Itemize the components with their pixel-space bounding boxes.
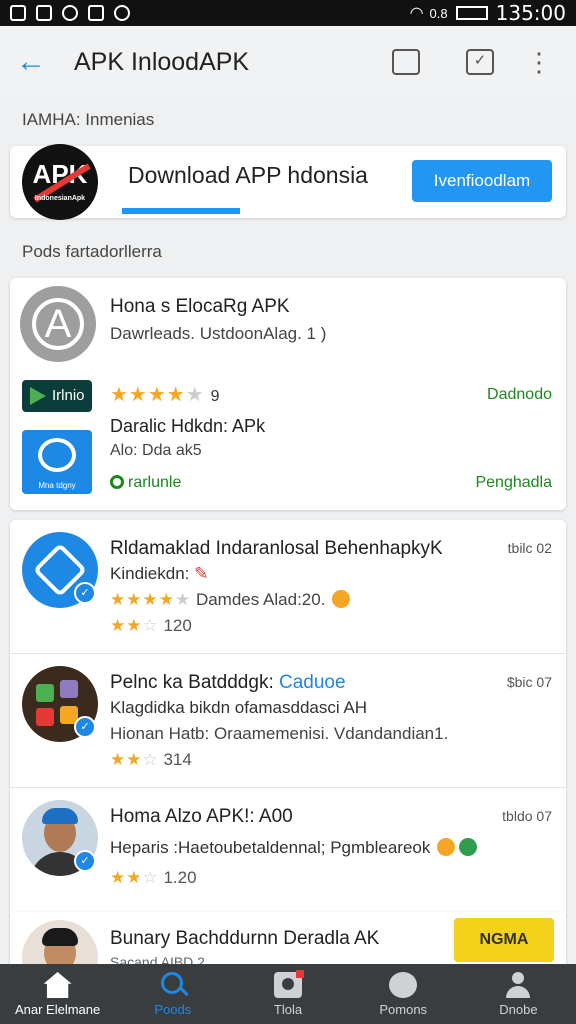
list-item-rating: ★★☆ 1.20 [110, 868, 197, 887]
more-options-icon[interactable]: ⋮ [526, 47, 552, 78]
list-item[interactable]: ✓ Homa Alzo APK!: A00 tbldo 07 Heparis :… [10, 788, 566, 920]
page-title: APK InloodAPK [74, 47, 250, 76]
banner-progress [122, 208, 240, 214]
status-bar: ◠ 0.8 135:00 [0, 0, 576, 26]
featured-app-subtitle: Dawrleads. UstdoonAlag. 1 ) [110, 324, 327, 343]
list-item-rating: ★★☆ 120 [110, 616, 192, 635]
cast-icon[interactable] [392, 49, 420, 75]
rating-stars: ★★★★★ [110, 384, 205, 406]
chat-icon [114, 5, 130, 21]
app-list: ✓ Rldamaklad Indaranlosal BehenhapkyK tb… [10, 520, 566, 920]
app-list-continued: Bunary Bachddurnn Deradla AK Sacand AIBD… [10, 912, 566, 972]
featured-install-link[interactable]: Penghadla [475, 474, 552, 492]
check-icon[interactable]: ✓ [466, 49, 494, 75]
bottom-navigation: Anar Elelmane Poods Tlola Pomons Dnobe [0, 964, 576, 1024]
list-item-price: tbilc 02 [507, 540, 552, 556]
featured-app-sub-2: Alo: Dda ak5 [110, 442, 202, 459]
image-icon [88, 5, 104, 21]
play-icon [30, 387, 46, 405]
profile-icon [504, 972, 532, 998]
list-item-name: Rldamaklad Indaranlosal BehenhapkyK [110, 538, 443, 559]
list-item-name: Pelnc ka Batdddgk: Caduoe [110, 672, 346, 693]
list-item-line: Klagdidka bikdn ofamasddasci AH [110, 698, 368, 717]
list-item[interactable]: ✓ Rldamaklad Indaranlosal BehenhapkyK tb… [10, 520, 566, 654]
list-item[interactable]: ✓ Pelnc ka Batdddgk: Caduoe $bic 07 Klag… [10, 654, 566, 788]
apk-logo: APK IndonesianApk [22, 144, 98, 220]
wifi-icon: ◠ [409, 5, 424, 22]
verified-badge-icon: ✓ [74, 716, 96, 738]
banner-download-button[interactable]: Ivenfioodlam [412, 160, 552, 202]
list-item-price: $bic 07 [506, 674, 552, 690]
featured-rating: ★★★★★ 9 [110, 384, 220, 406]
app-logo-icon[interactable]: A [20, 286, 96, 362]
featured-tag[interactable]: rarlunle [110, 474, 181, 492]
nav-search[interactable]: Poods [115, 964, 230, 1024]
home-icon [43, 972, 72, 998]
app-icon-blue[interactable]: Mna tdgny [22, 430, 92, 494]
download-banner[interactable]: APK IndonesianApk Download APP hdonsia I… [10, 144, 566, 220]
list-item-name: Bunary Bachddurnn Deradla AK [110, 928, 380, 949]
featured-card: A Hona s ElocaRg APK Dawrleads. UstdoonA… [10, 278, 566, 510]
settings-icon [62, 5, 78, 21]
battery-icon [455, 6, 488, 20]
list-item[interactable]: Bunary Bachddurnn Deradla AK Sacand AIBD… [10, 912, 566, 972]
gamepad-icon [389, 972, 418, 998]
search-icon [159, 972, 187, 998]
section-label-2: Pods fartadorllerra [22, 242, 162, 261]
list-item-line: Heparis :Haetoubetaldennal; Pgmbleareok [110, 838, 479, 858]
featured-download-link[interactable]: Dadnodo [487, 386, 552, 404]
featured-app-name-2[interactable]: Daralic Hdkdn: APk [110, 416, 265, 437]
back-arrow-icon[interactable]: ← [16, 45, 60, 79]
gallery-icon [10, 5, 26, 21]
section-label-1: IAMHA: Inmenias [22, 110, 155, 129]
list-item-rating: ★★☆ 314 [110, 750, 192, 769]
list-item-action-button[interactable]: NGMA [454, 918, 554, 962]
nav-games[interactable]: Pomons [346, 964, 461, 1024]
banner-title: Download APP hdonsia [128, 162, 368, 188]
list-item-name: Homa Alzo APK!: A00 [110, 806, 293, 827]
list-item-rating-line: ★★★★★ Damdes Alad:20. [110, 590, 352, 610]
verified-badge-icon: ✓ [74, 582, 96, 604]
status-time: 135:00 [495, 1, 566, 25]
nav-profile[interactable]: Dnobe [461, 964, 576, 1024]
signal-text: 0.8 [429, 5, 448, 21]
google-play-badge[interactable]: Irlnio [22, 380, 92, 412]
refresh-icon [110, 475, 124, 489]
app-bar: ← APK InloodAPK ✓ ⋮ [0, 26, 576, 98]
list-item-line-3: Hionan Hatb: Oraamemenisi. Vdandandian1. [110, 724, 449, 743]
camera-icon [274, 970, 304, 998]
list-item-line: Kindiekdn: ✎ [110, 564, 209, 583]
nav-home[interactable]: Anar Elelmane [0, 964, 115, 1024]
verified-badge-icon: ✓ [74, 850, 96, 872]
lock-icon [36, 5, 52, 21]
list-item-price: tbldo 07 [502, 808, 552, 824]
featured-app-name[interactable]: Hona s ElocaRg APK [110, 296, 290, 318]
apk-logo-sub: IndonesianApk [34, 195, 86, 202]
nav-camera[interactable]: Tlola [230, 964, 345, 1024]
